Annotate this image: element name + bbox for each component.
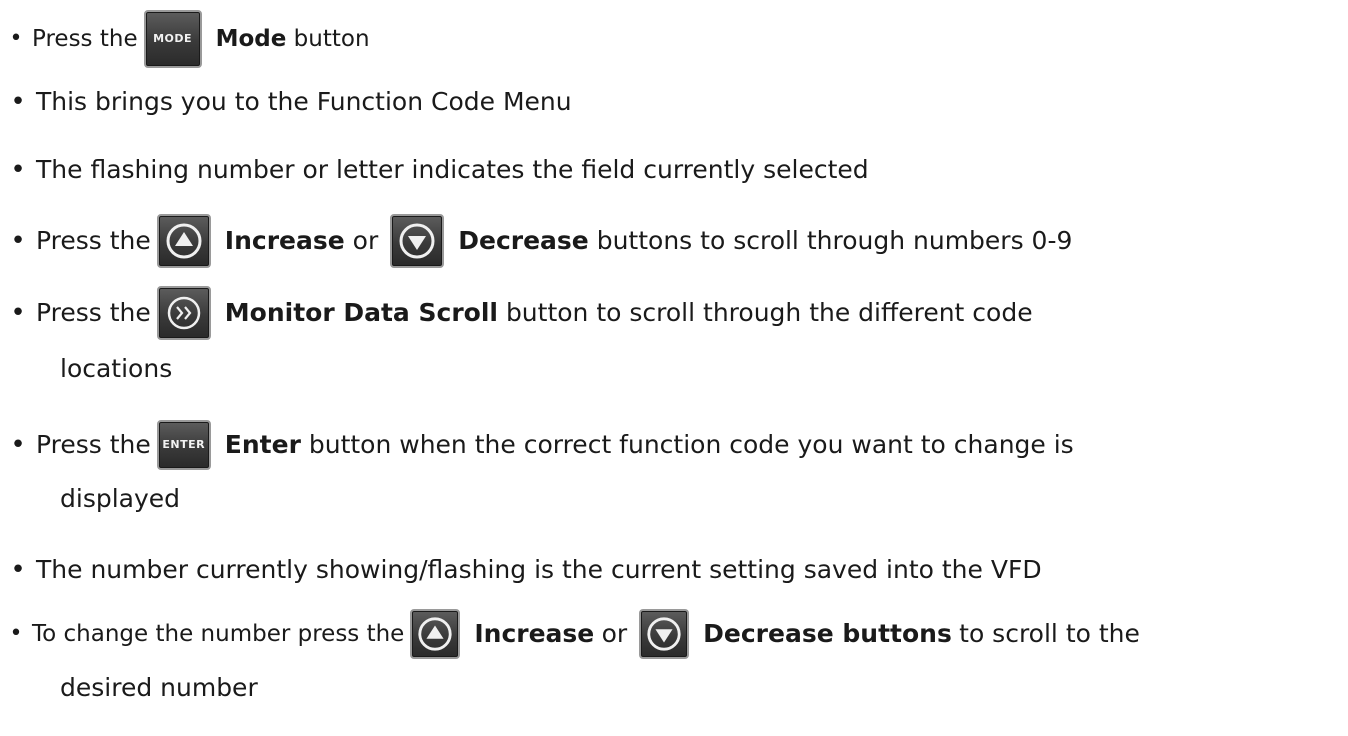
text: The number currently showing/flashing is… — [36, 555, 1042, 584]
up-arrow-icon — [410, 609, 461, 659]
bullet: • — [10, 87, 26, 117]
text: The flashing number or letter indicates … — [36, 155, 869, 184]
continuation-text: displayed — [60, 484, 181, 513]
up-arrow-icon — [156, 214, 211, 268]
bold-label: Increase — [224, 226, 345, 255]
bold-label: Increase — [474, 619, 595, 648]
bullet: • — [10, 298, 26, 328]
bullet: • — [10, 226, 26, 256]
bullet: • — [10, 155, 26, 185]
instruction-line-current-setting: • The number currently showing/flashing … — [0, 550, 1042, 590]
text: Press the — [36, 430, 151, 459]
bullet: • — [10, 555, 26, 585]
instruction-line-enter: • Press the ENTER Enter button when the … — [0, 418, 1074, 472]
instruction-line-menu: • This brings you to the Function Code M… — [0, 82, 572, 122]
text: button — [293, 26, 370, 52]
bullet: • — [9, 26, 23, 51]
text: or — [601, 619, 628, 648]
instruction-line-flashing: • The flashing number or letter indicate… — [0, 150, 869, 190]
text: Press the — [36, 226, 151, 255]
bold-label: Mode — [215, 26, 287, 52]
double-chevron-right-icon — [156, 286, 211, 340]
bold-label: Decrease buttons — [703, 619, 952, 648]
text: buttons to scroll through numbers 0-9 — [596, 226, 1073, 255]
mode-key-icon: MODE — [143, 10, 202, 68]
bullet: • — [9, 621, 23, 646]
bullet: • — [10, 430, 26, 460]
down-arrow-icon — [390, 214, 445, 268]
down-arrow-icon — [639, 609, 690, 659]
instruction-line-increase-decrease: • Press the Increase or Decrease buttons… — [0, 214, 1072, 268]
text: or — [352, 226, 379, 255]
text: Press the — [32, 26, 138, 52]
continuation-text: locations — [60, 354, 173, 383]
text: button when the correct function code yo… — [308, 430, 1074, 459]
bold-label: Monitor Data Scroll — [224, 298, 498, 327]
text: to scroll to the — [959, 619, 1140, 648]
instruction-line-monitor-scroll: • Press the Monitor Data Scroll button t… — [0, 286, 1033, 340]
continuation-text: desired number — [60, 673, 258, 702]
text: This brings you to the Function Code Men… — [36, 87, 572, 116]
text: To change the number press the — [32, 621, 405, 647]
instruction-line-mode: • Press the MODE Mode button — [0, 10, 370, 68]
enter-key-icon: ENTER — [156, 420, 211, 470]
bold-label: Enter — [224, 430, 301, 459]
instruction-line-change-number: • To change the number press the Increas… — [0, 608, 1140, 660]
text: Press the — [36, 298, 151, 327]
bold-label: Decrease — [458, 226, 589, 255]
text: button to scroll through the different c… — [505, 298, 1033, 327]
